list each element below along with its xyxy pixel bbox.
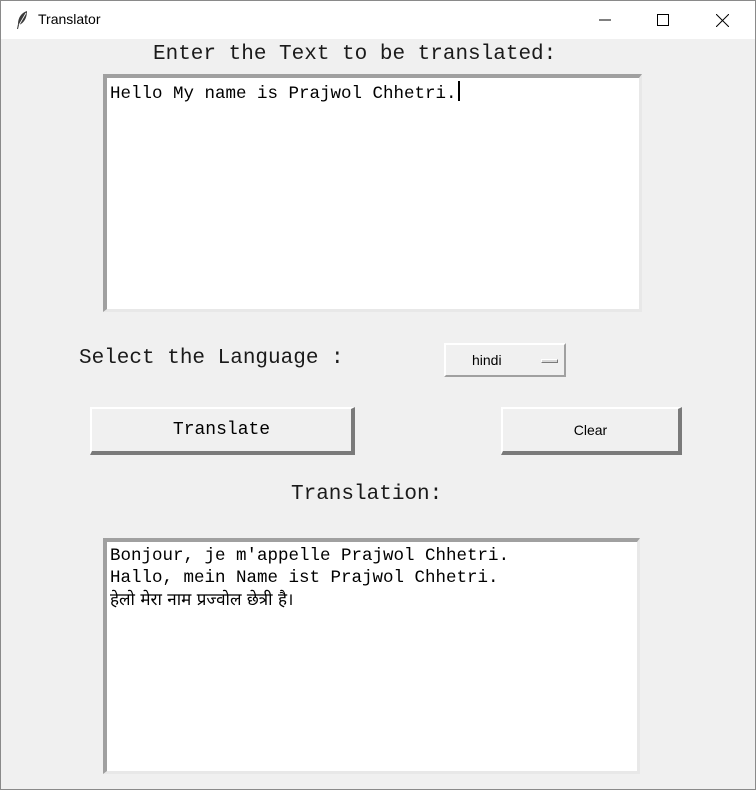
minimize-icon	[599, 19, 611, 21]
translator-window: Translator Enter the Text to be translat…	[0, 0, 756, 790]
option-menu-indicator-icon	[541, 359, 558, 363]
translate-button[interactable]: Translate	[90, 407, 355, 455]
text-caret	[457, 81, 460, 101]
feather-icon	[17, 11, 27, 29]
translation-line-hindi: हेलो मेरा नाम प्रज्वोल छेत्री है।	[110, 590, 294, 610]
input-prompt-label: Enter the Text to be translated:	[153, 43, 557, 66]
close-icon	[715, 13, 729, 27]
translation-line-german: Hallo, mein Name ist Prajwol Chhetri.	[110, 568, 499, 588]
minimize-button[interactable]	[576, 1, 634, 39]
translation-line-french: Bonjour, je m'appelle Prajwol Chhetri.	[110, 546, 510, 566]
translation-label: Translation:	[291, 483, 443, 506]
maximize-icon	[657, 14, 669, 26]
translation-output[interactable]: Bonjour, je m'appelle Prajwol Chhetri. H…	[103, 538, 640, 774]
maximize-button[interactable]	[634, 1, 692, 39]
title-bar[interactable]: Translator	[1, 1, 755, 39]
language-dropdown[interactable]: hindi	[444, 343, 566, 377]
clear-button[interactable]: Clear	[501, 407, 682, 455]
language-select-label: Select the Language :	[79, 347, 344, 370]
window-title: Translator	[38, 11, 101, 27]
selected-language: hindi	[472, 352, 502, 368]
close-button[interactable]	[693, 1, 751, 39]
source-text-input[interactable]: Hello My name is Prajwol Chhetri.	[103, 74, 642, 312]
source-text-value: Hello My name is Prajwol Chhetri.	[110, 84, 457, 104]
